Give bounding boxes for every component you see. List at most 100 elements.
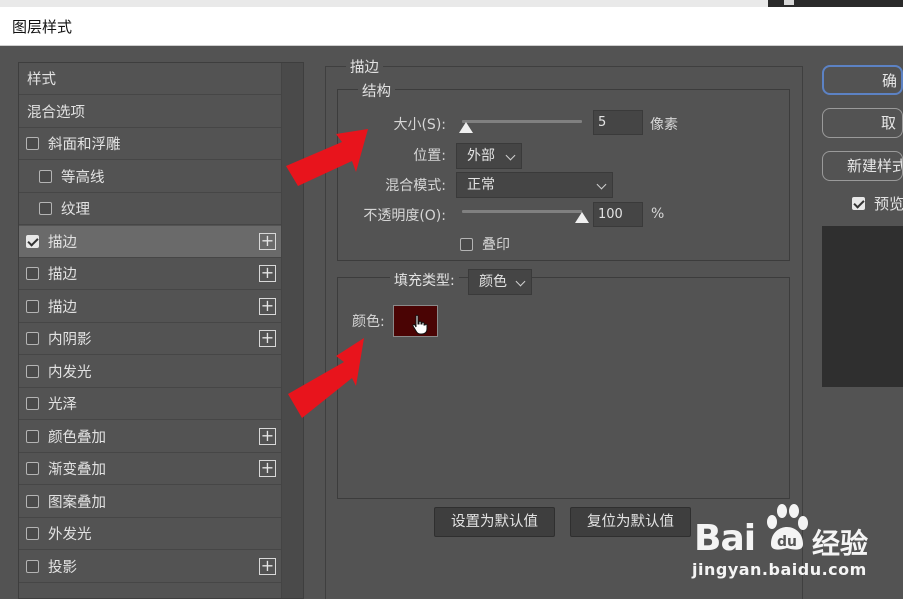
style-item-label: 描边 [48, 299, 77, 316]
opacity-slider-track[interactable] [462, 210, 582, 213]
style-item-checkbox[interactable] [39, 169, 52, 183]
chevron-down-icon [515, 276, 526, 287]
add-effect-icon[interactable]: + [259, 557, 276, 575]
style-item-14[interactable]: 外发光 [19, 518, 281, 550]
style-item-label: 内发光 [48, 364, 92, 381]
styles-list-panel: 样式 混合选项 斜面和浮雕 等高线 纹理 描边 + 描边 + 描边 + 内阴影 + 内发光 光泽 颜色叠加 + 渐… [18, 62, 304, 599]
structure-group-title: 结构 [358, 80, 395, 101]
red-arrow-annotation-color [288, 338, 364, 418]
fill-type-label: 填充类型: [390, 270, 459, 290]
preview-option[interactable]: 预览 [852, 193, 903, 214]
style-item-checkbox[interactable] [26, 527, 39, 540]
style-item-checkbox[interactable] [26, 299, 39, 313]
titlebar-top-strip [0, 0, 768, 7]
size-unit: 像素 [650, 117, 678, 133]
style-item-label: 光泽 [48, 397, 77, 413]
style-item-checkbox[interactable] [26, 462, 39, 475]
style-item-label: 等高线 [61, 169, 105, 186]
style-item-2[interactable]: 斜面和浮雕 [19, 128, 281, 160]
preview-thumbnail [822, 226, 903, 387]
style-item-label: 内阴影 [48, 332, 92, 348]
add-effect-icon[interactable]: + [259, 232, 276, 250]
position-dropdown[interactable]: 外部 [456, 143, 522, 169]
fill-group: 填充类型: 颜色 颜色: [337, 269, 790, 499]
window-title: 图层样式 [12, 18, 73, 36]
overprint-option[interactable]: 叠印 [460, 234, 510, 254]
style-item-11[interactable]: 颜色叠加 + [19, 421, 281, 453]
style-item-checkbox[interactable] [26, 332, 39, 345]
svg-text:du: du [777, 534, 797, 550]
style-item-13[interactable]: 图案叠加 [19, 486, 281, 518]
style-item-checkbox[interactable] [39, 202, 52, 215]
opacity-unit: % [651, 206, 665, 222]
style-item-6[interactable]: 描边 + [19, 258, 281, 290]
style-item-1[interactable]: 混合选项 [19, 96, 281, 128]
style-item-checkbox[interactable] [26, 234, 39, 248]
add-effect-icon[interactable]: + [259, 330, 276, 347]
style-item-label: 混合选项 [27, 104, 85, 121]
style-item-label: 图案叠加 [48, 494, 106, 511]
overprint-checkbox[interactable] [460, 237, 473, 251]
style-item-8[interactable]: 内阴影 + [19, 323, 281, 355]
chevron-down-icon [596, 179, 607, 190]
structure-group: 结构 大小(S): 5 像素 位置: 外部 混合模式: 正常 不透明度(O): … [337, 80, 790, 261]
fill-type-value: 颜色 [479, 274, 507, 290]
style-item-9[interactable]: 内发光 [19, 356, 281, 388]
size-slider-thumb[interactable] [459, 122, 474, 133]
stroke-section-title: 描边 [346, 56, 383, 77]
new-style-button[interactable]: 新建样式 [822, 151, 903, 181]
style-item-label: 外发光 [48, 527, 92, 543]
opacity-input[interactable]: 100 [593, 202, 643, 227]
red-arrow-annotation-size [286, 129, 368, 186]
titlebar-grip [784, 0, 794, 5]
style-item-label: 纹理 [61, 202, 90, 218]
ok-button[interactable]: 确 [822, 65, 903, 95]
opacity-slider-thumb[interactable] [575, 212, 589, 223]
overprint-label: 叠印 [482, 237, 510, 253]
color-label: 颜色: [352, 314, 385, 330]
style-item-label: 颜色叠加 [48, 429, 106, 446]
dialog-titlebar: 图层样式 [0, 0, 903, 46]
add-effect-icon[interactable]: + [259, 460, 276, 477]
style-item-3[interactable]: 等高线 [19, 161, 281, 193]
size-slider-track[interactable] [462, 120, 582, 123]
blend-mode-dropdown[interactable]: 正常 [456, 172, 613, 198]
baidu-jingyan-watermark: Bai du 经验 jingyan.baidu.com [688, 498, 903, 599]
style-item-5[interactable]: 描边 + [19, 225, 281, 258]
preview-checkbox[interactable] [852, 197, 865, 210]
style-item-checkbox[interactable] [26, 364, 39, 378]
cancel-button[interactable]: 取 [822, 108, 903, 138]
style-item-checkbox[interactable] [26, 397, 39, 410]
style-item-12[interactable]: 渐变叠加 + [19, 453, 281, 485]
chevron-down-icon [505, 150, 516, 161]
style-item-label: 投影 [48, 559, 77, 576]
style-item-0[interactable]: 样式 [19, 63, 281, 95]
style-item-4[interactable]: 纹理 [19, 193, 281, 225]
style-item-checkbox[interactable] [26, 267, 39, 280]
style-item-checkbox[interactable] [26, 494, 39, 508]
style-item-checkbox[interactable] [26, 559, 39, 573]
color-swatch[interactable] [393, 305, 438, 337]
watermark-brand-right: 经验 [812, 527, 869, 560]
style-item-10[interactable]: 光泽 [19, 388, 281, 420]
reset-default-button[interactable]: 复位为默认值 [570, 507, 691, 537]
position-value: 外部 [467, 148, 495, 164]
add-effect-icon[interactable]: + [259, 265, 276, 282]
hand-pointer-icon [412, 314, 428, 335]
style-item-7[interactable]: 描边 + [19, 291, 281, 323]
style-item-15[interactable]: 投影 + [19, 551, 281, 583]
baidu-paw-icon: du [767, 504, 808, 550]
style-item-label: 斜面和浮雕 [48, 137, 121, 153]
opacity-label: 不透明度(O): [363, 208, 446, 224]
style-item-label: 描边 [48, 234, 77, 251]
size-input[interactable]: 5 [593, 110, 643, 135]
style-item-checkbox[interactable] [26, 137, 39, 150]
style-item-label: 样式 [27, 72, 56, 88]
add-effect-icon[interactable]: + [259, 297, 276, 315]
add-effect-icon[interactable]: + [259, 427, 276, 445]
blend-mode-value: 正常 [467, 177, 495, 193]
style-item-checkbox[interactable] [26, 429, 39, 443]
make-default-button[interactable]: 设置为默认值 [434, 507, 555, 537]
fill-type-dropdown[interactable]: 颜色 [468, 269, 532, 295]
style-item-label: 渐变叠加 [48, 462, 106, 478]
